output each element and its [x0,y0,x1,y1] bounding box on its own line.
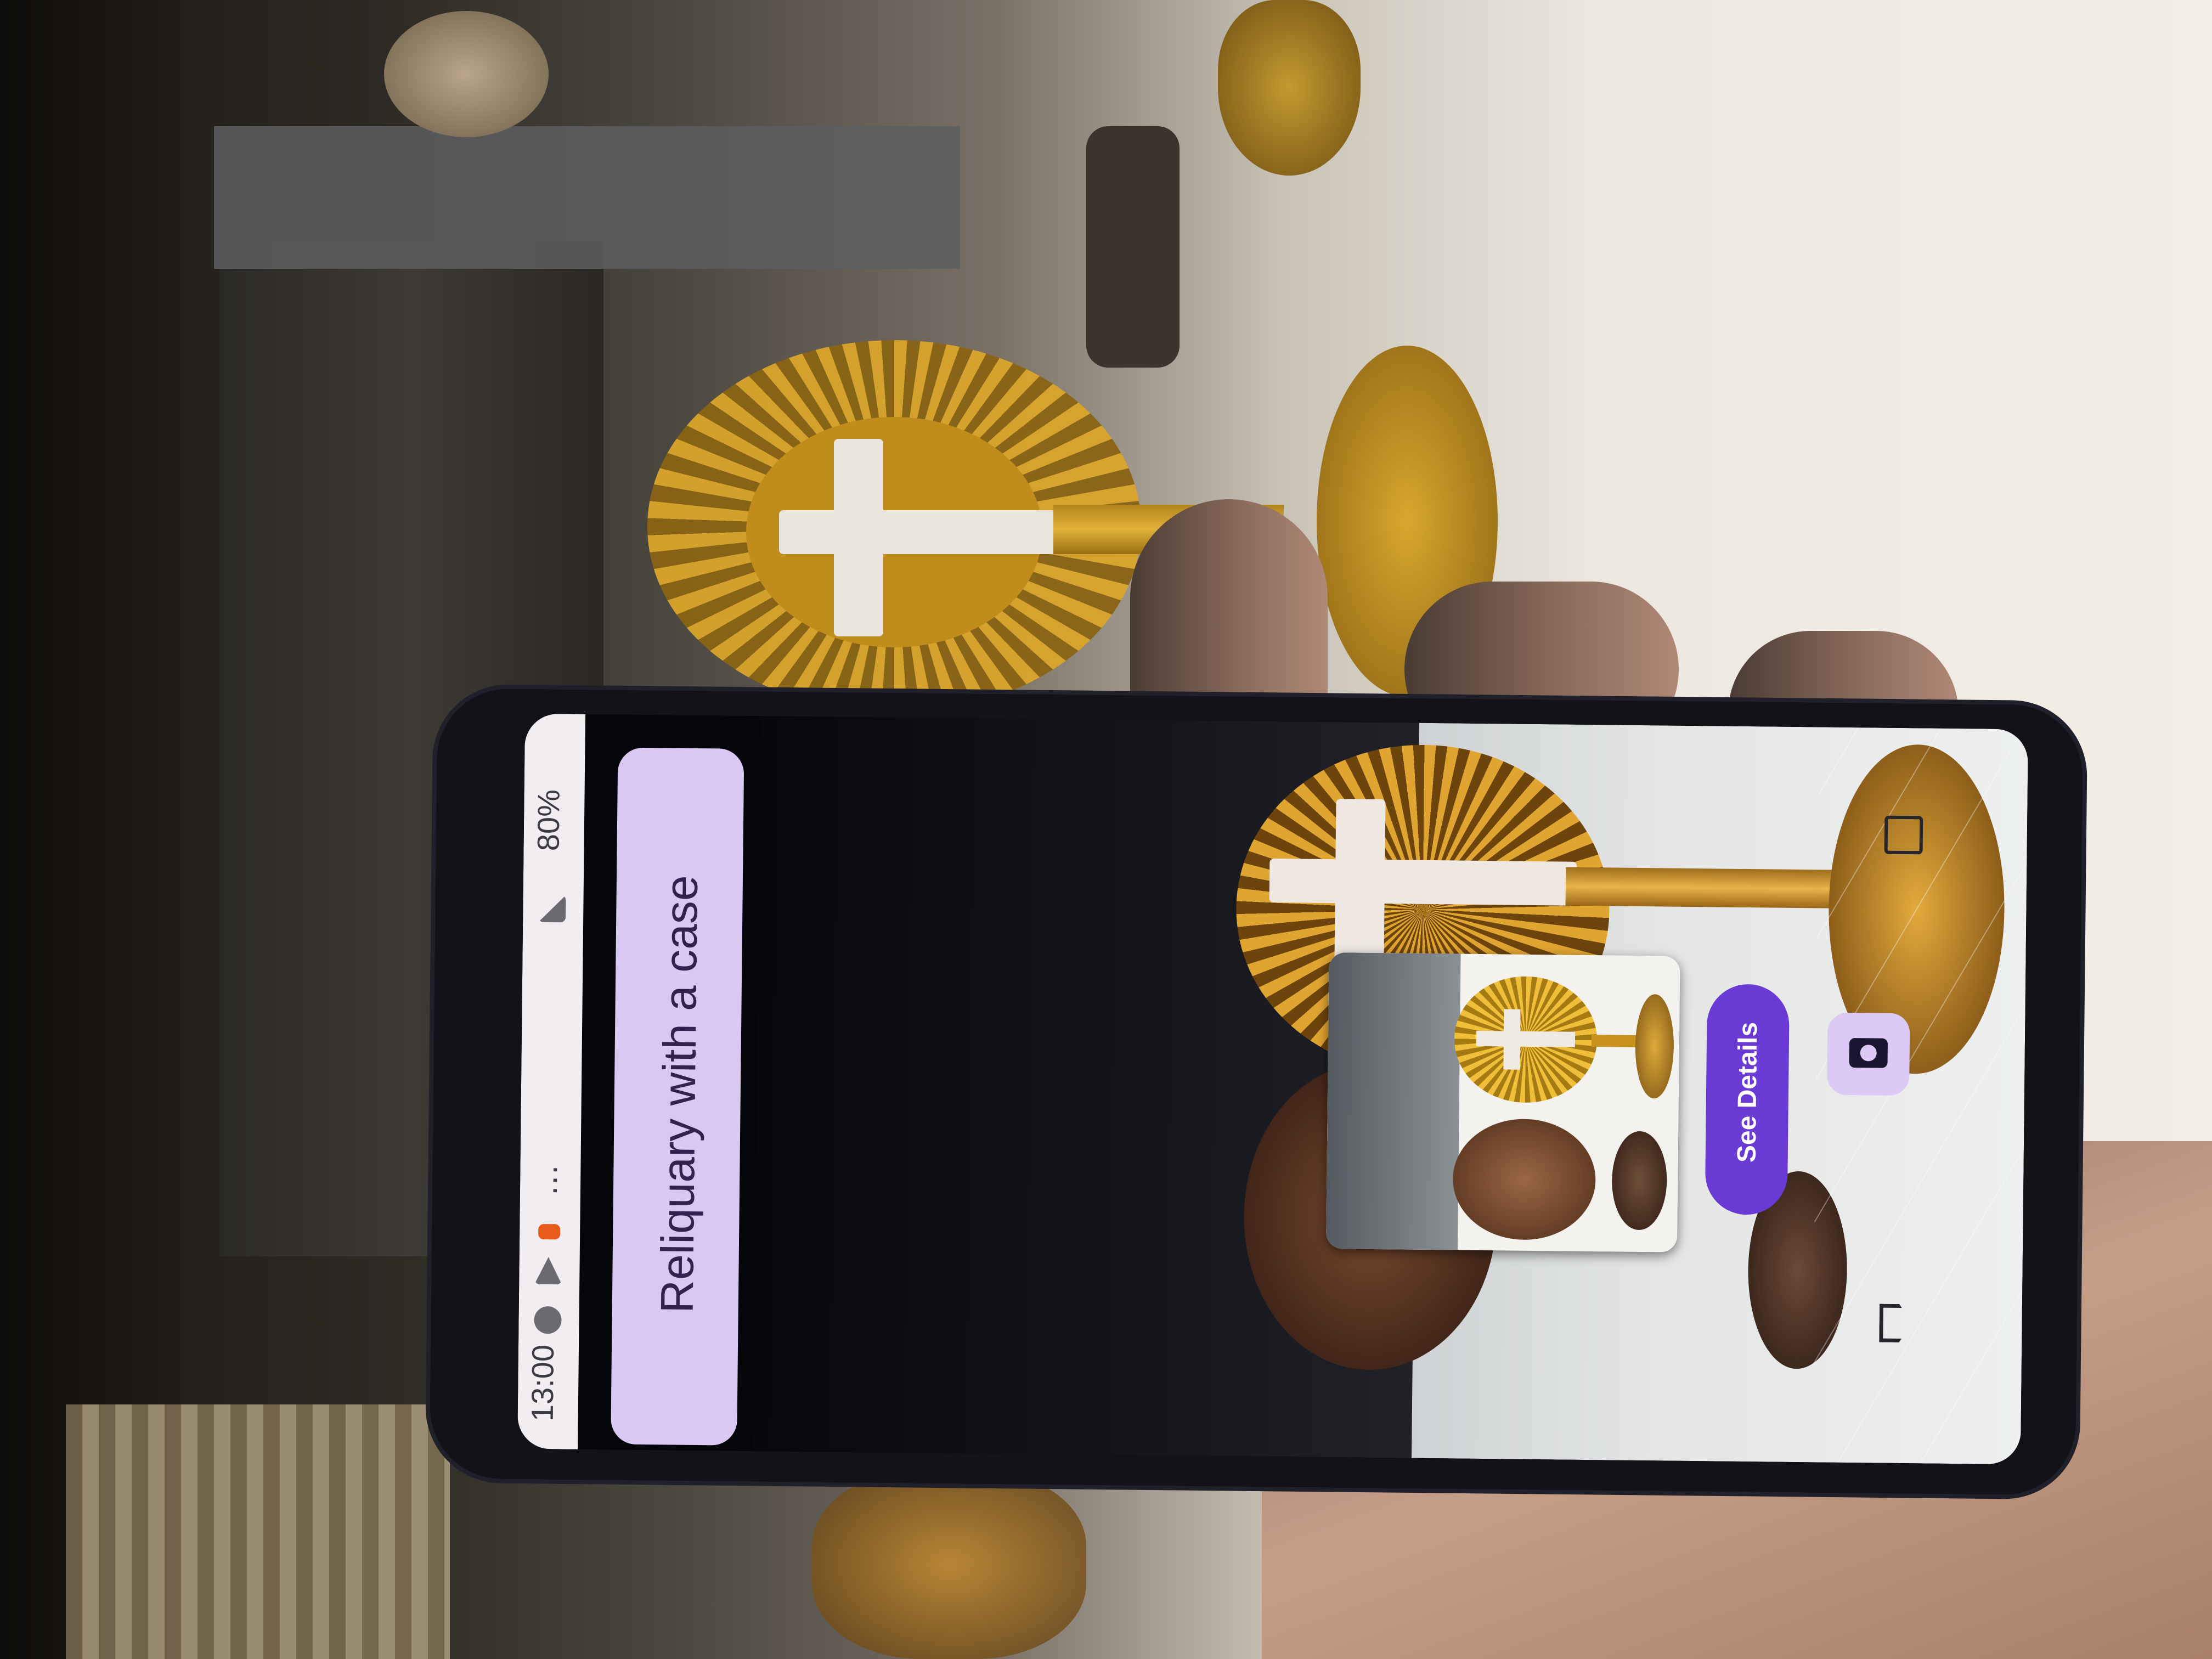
background-cross [779,510,1064,554]
preview-cross [1269,858,1577,906]
preview-cross-arm [1334,799,1386,964]
thumbnail-reliquary-base [1611,1131,1668,1231]
battery-level: 80% [531,789,566,851]
camera-icon [1849,1038,1888,1068]
app-notification-icon [538,1223,561,1240]
finger [1130,499,1328,730]
signal-icon [538,895,566,923]
see-details-label: See Details [1732,1022,1763,1163]
background-textile [66,1404,450,1659]
phone-screen: 13:00 … 80% Reliquary with a case See De… [517,713,2028,1465]
status-time: 13:00 [524,1344,561,1422]
background-cross-arm [834,439,883,636]
background-lower-object [812,1470,1086,1659]
gallery-icon[interactable] [1884,815,1923,855]
thumbnail-case [1325,952,1461,1250]
shutter-button[interactable] [1826,1012,1910,1096]
background-ornament [384,11,549,137]
location-icon [534,1257,562,1285]
result-title: Reliquary with a case [651,874,708,1314]
thumbnail-reliquary [1452,1118,1596,1241]
home-icon[interactable] [1874,1304,1918,1342]
thumbnail-cross-arm [1503,1009,1521,1070]
thumbnail-cross [1476,1030,1576,1047]
display-shelf [214,126,960,269]
captured-thumbnail[interactable] [1325,952,1680,1252]
background-gold-object [1218,0,1361,176]
see-details-button[interactable]: See Details [1705,984,1790,1215]
more-notifications: … [527,1161,565,1197]
notification-icon [534,1306,562,1334]
preview-monstrance-stem [1565,867,1841,909]
background-chalice [1086,126,1180,368]
status-bar: 13:00 … 80% [517,713,586,1449]
result-chip[interactable]: Reliquary with a case [611,747,744,1446]
thumbnail-base [1634,994,1674,1099]
